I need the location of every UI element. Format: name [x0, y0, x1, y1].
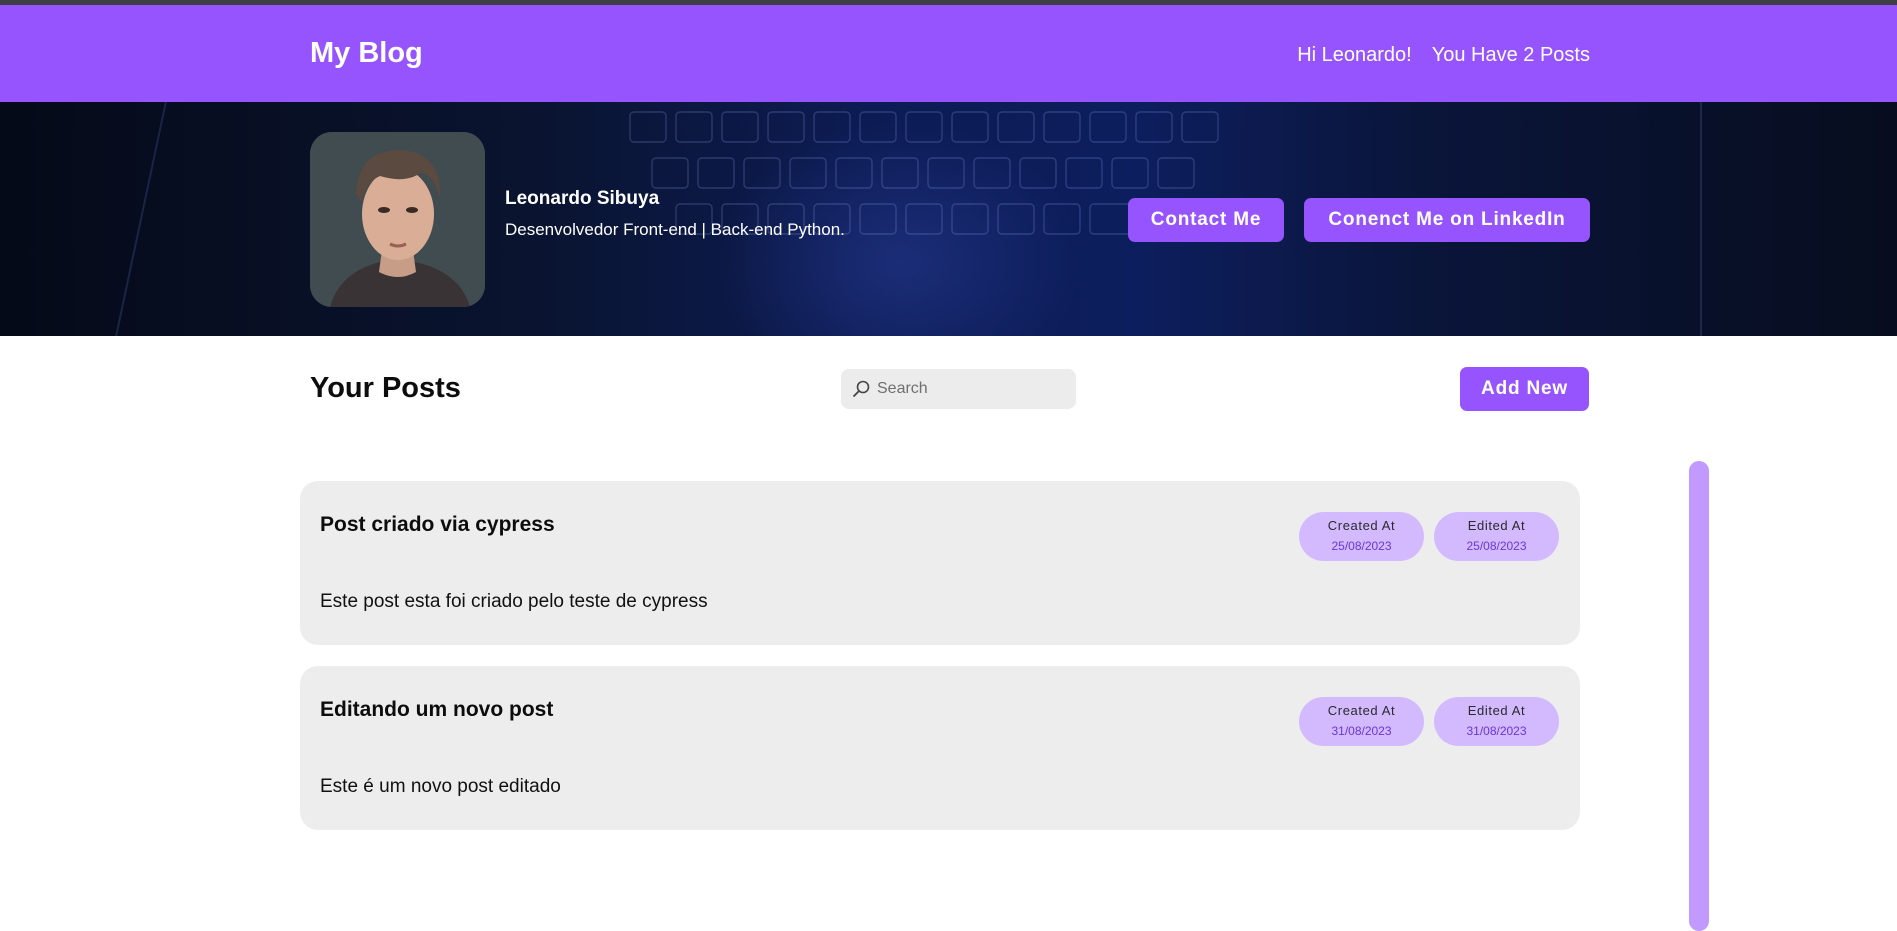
search-input[interactable] — [877, 380, 1067, 398]
greeting-link[interactable]: Hi Leonardo! — [1297, 44, 1412, 67]
post-card[interactable]: Post criado via cypress Created At 25/08… — [300, 481, 1580, 645]
linkedin-button[interactable]: Conenct Me on LinkedIn — [1304, 198, 1590, 242]
profile-name: Leonardo Sibuya — [505, 188, 660, 209]
header-nav: Hi Leonardo! You Have 2 Posts — [1297, 44, 1590, 67]
avatar — [310, 132, 485, 307]
profile-hero: Leonardo Sibuya Desenvolvedor Front-end … — [0, 102, 1897, 336]
edited-at-label: Edited At — [1467, 518, 1526, 533]
post-title[interactable]: Editando um novo post — [320, 698, 553, 722]
profile-photo — [310, 132, 485, 307]
contact-me-button[interactable]: Contact Me — [1128, 198, 1284, 242]
created-at-badge: Created At 31/08/2023 — [1299, 697, 1424, 746]
edited-at-label: Edited At — [1467, 703, 1526, 718]
created-at-label: Created At — [1327, 518, 1396, 533]
search-box — [841, 369, 1076, 409]
hero-background-line — [1700, 102, 1702, 336]
edited-at-badge: Edited At 31/08/2023 — [1434, 697, 1559, 746]
hero-background-line — [115, 102, 167, 336]
profile-role: Desenvolvedor Front-end | Back-end Pytho… — [505, 220, 845, 239]
created-at-date: 31/08/2023 — [1331, 724, 1392, 738]
post-body: Este post esta foi criado pelo teste de … — [320, 591, 708, 612]
page-title: Your Posts — [310, 372, 461, 404]
created-at-label: Created At — [1327, 703, 1396, 718]
site-header: My Blog Hi Leonardo! You Have 2 Posts — [0, 5, 1897, 102]
edited-at-date: 25/08/2023 — [1466, 539, 1527, 553]
edited-at-date: 31/08/2023 — [1466, 724, 1527, 738]
add-new-button[interactable]: Add New — [1460, 367, 1589, 411]
post-card[interactable]: Editando um novo post Created At 31/08/2… — [300, 666, 1580, 830]
post-list: Post criado via cypress Created At 25/08… — [300, 481, 1580, 851]
created-at-date: 25/08/2023 — [1331, 539, 1392, 553]
created-at-badge: Created At 25/08/2023 — [1299, 512, 1424, 561]
post-count-link[interactable]: You Have 2 Posts — [1432, 44, 1590, 67]
search-icon — [851, 379, 871, 399]
post-body: Este é um novo post editado — [320, 776, 561, 797]
post-title[interactable]: Post criado via cypress — [320, 513, 555, 537]
brand-logo[interactable]: My Blog — [310, 37, 423, 70]
edited-at-badge: Edited At 25/08/2023 — [1434, 512, 1559, 561]
post-list-scrollbar[interactable] — [1689, 461, 1709, 931]
